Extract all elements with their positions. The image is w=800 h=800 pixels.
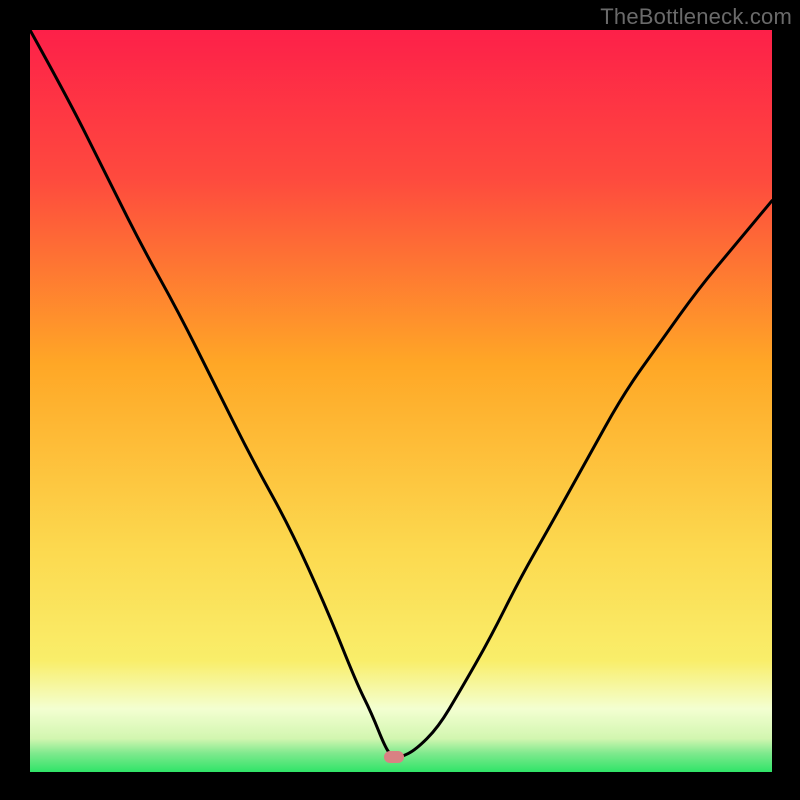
- plot-background: [30, 30, 772, 772]
- chart-frame: TheBottleneck.com: [0, 0, 800, 800]
- optimal-marker: [384, 751, 404, 763]
- bottleneck-chart: [30, 30, 772, 772]
- watermark-text: TheBottleneck.com: [600, 4, 792, 30]
